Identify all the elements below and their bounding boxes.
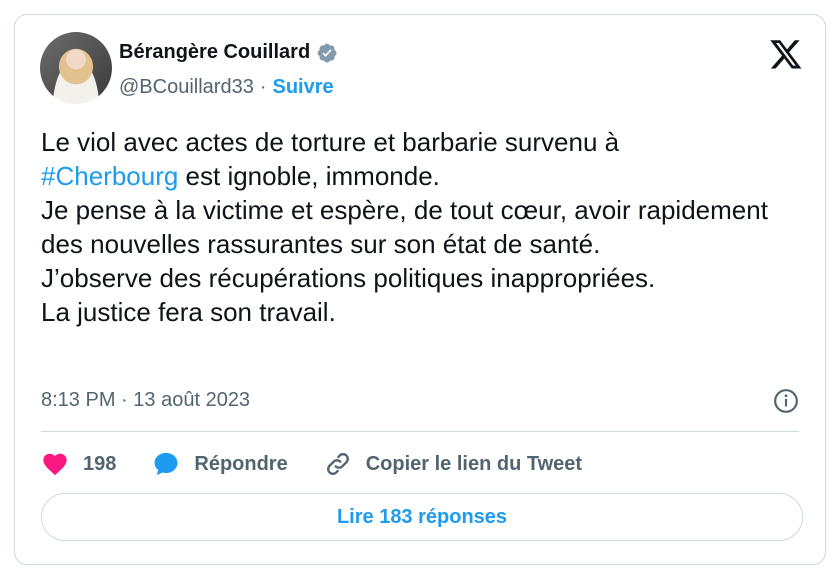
verified-badge-icon bbox=[317, 43, 337, 62]
read-replies-button[interactable]: Lire 183 réponses bbox=[41, 493, 803, 541]
tweet-timestamp[interactable]: 8:13 PM · 13 août 2023 bbox=[41, 389, 250, 412]
tweet-line-3: Je pense à la victime et espère, de tout… bbox=[41, 195, 768, 259]
handle-separator: · bbox=[259, 76, 267, 98]
author-name-row: Bérangère Couillard bbox=[119, 41, 338, 64]
tweet-card: Bérangère Couillard @BCouillard33 · Suiv… bbox=[14, 14, 826, 565]
follow-button[interactable]: Suivre bbox=[273, 76, 334, 99]
tweet-time: 8:13 PM bbox=[41, 389, 116, 411]
avatar[interactable] bbox=[40, 32, 112, 104]
tweet-text: Le viol avec actes de torture et barbari… bbox=[41, 125, 801, 329]
reply-bubble-icon bbox=[154, 452, 178, 476]
tweet-date: 13 août 2023 bbox=[133, 389, 251, 411]
tweet-line-1: Le viol avec actes de torture et barbari… bbox=[41, 127, 620, 157]
reply-label: Répondre bbox=[194, 452, 288, 475]
reply-button[interactable]: Répondre bbox=[152, 450, 288, 478]
copy-link-button[interactable]: Copier le lien du Tweet bbox=[324, 450, 582, 478]
divider bbox=[41, 431, 799, 432]
author-name[interactable]: Bérangère Couillard bbox=[119, 41, 310, 64]
author-handle[interactable]: @BCouillard33 bbox=[119, 76, 254, 99]
tweet-actions: 198 Répondre Copier le lien du Tweet bbox=[41, 450, 618, 478]
author-handle-row: @BCouillard33 · Suivre bbox=[119, 76, 334, 99]
tweet-line-4: J’observe des récupérations politiques i… bbox=[41, 263, 656, 293]
copy-link-label: Copier le lien du Tweet bbox=[365, 452, 583, 475]
like-count: 198 bbox=[83, 452, 117, 475]
link-icon bbox=[326, 453, 349, 475]
hashtag-link[interactable]: #Cherbourg bbox=[41, 161, 178, 191]
info-icon[interactable] bbox=[773, 388, 799, 414]
like-button[interactable]: 198 bbox=[41, 450, 116, 478]
tweet-line-5: La justice fera son travail. bbox=[41, 297, 336, 327]
timestamp-separator: · bbox=[121, 389, 128, 411]
heart-icon bbox=[43, 453, 67, 476]
tweet-line-2: est ignoble, immonde. bbox=[178, 161, 440, 191]
x-logo-icon[interactable] bbox=[769, 37, 803, 71]
